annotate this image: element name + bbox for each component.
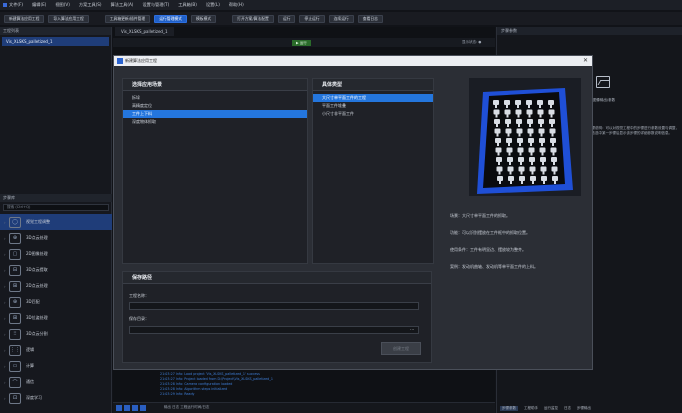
step-params-header: 步骤参数 xyxy=(497,27,682,35)
save-dir-label: 保存目录： xyxy=(129,316,149,321)
category-icon: ⊞ xyxy=(9,312,21,324)
type-option-selected[interactable]: 大尺寸单平面工件的工程 xyxy=(313,94,433,102)
step-category-item[interactable]: › ⋮⋮ 逻辑 xyxy=(0,342,112,358)
project-panel-header: 工程列表 xyxy=(0,27,111,35)
menu-file[interactable]: 文件(F) xyxy=(3,2,23,8)
menu-algorithm-tools[interactable]: 算法工具(A) xyxy=(111,2,134,8)
document-tab[interactable]: Vis_XLSKS_palletized_1 xyxy=(115,27,174,36)
app-icon xyxy=(117,58,123,64)
log-output: 21:03:27 Info: Load project 'Vis_XLSKS_p… xyxy=(160,372,420,397)
scene-preview-image xyxy=(469,78,581,196)
new-project-button[interactable]: 新建算法应用工程 xyxy=(4,14,45,23)
step-category-item[interactable]: › ⊕ 3D点云处理 xyxy=(0,230,112,246)
menu-bar: 文件(F) 编辑(E) 视图(V) 方案工具(S) 算法工具(A) 设置与管理(… xyxy=(0,0,682,10)
stop-button[interactable]: 停止运行 xyxy=(299,14,325,23)
tab-step-params[interactable]: 步骤参数 xyxy=(500,406,518,411)
scene-option[interactable]: 高精度定位 xyxy=(123,102,307,110)
continuous-run-button[interactable]: 连续运行 xyxy=(328,14,354,23)
scene-option[interactable]: 拆垛 xyxy=(123,94,307,102)
step-category-item[interactable]: › ▢ 2D图像处理 xyxy=(0,246,112,262)
menu-view[interactable]: 视图(V) xyxy=(55,2,70,8)
menu-edit[interactable]: 编辑(E) xyxy=(32,2,46,8)
import-project-button[interactable]: 导入算法应用工程 xyxy=(48,14,89,23)
step-library-list: › ◯ 视觉工程调整 › ⊕ 3D点云处理 › ▢ 2D图像处理 › ⊟ 3D点云提取 › ⊞ 2D… xyxy=(0,214,112,406)
type-title: 具体类型 xyxy=(313,79,433,91)
workspace-run-button[interactable]: ▶ 运行 xyxy=(292,40,311,46)
project-name-label: 工程名称： xyxy=(129,293,149,298)
create-project-button[interactable]: 创建工程 xyxy=(381,342,421,355)
project-item[interactable]: Vis_XLSKS_palletized_1 xyxy=(2,37,109,46)
scene-option-selected[interactable]: 工件上下料 xyxy=(123,110,307,118)
tab-step-output[interactable]: 步骤输出 xyxy=(577,406,591,411)
category-icon: ⁝⁝ xyxy=(9,328,21,340)
template-mode-button[interactable]: 模板模式 xyxy=(190,14,217,23)
category-icon: ▭ xyxy=(9,360,21,372)
tab-project-assistant[interactable]: 工程助手 xyxy=(524,406,538,411)
type-select-box: 具体类型 大尺寸单平面工件的工程 平面工件堆叠 小尺寸非平面工件 xyxy=(312,78,434,264)
step-category-item[interactable]: › ⊞ 3D位姿处理 xyxy=(0,310,112,326)
menu-toolbox[interactable]: 工具箱(B) xyxy=(178,2,197,8)
tab-run-monitor[interactable]: 运行监控 xyxy=(544,406,558,411)
preview-desc-scene: 场景：大尺寸单平面工件的抓取。 xyxy=(450,213,510,218)
category-icon: ⊕ xyxy=(9,232,21,244)
step-category-item[interactable]: › ⊕ 3D匹配 xyxy=(0,294,112,310)
category-icon: ⊞ xyxy=(9,280,21,292)
run-manage-mode-button[interactable]: 运行管理模式 xyxy=(154,14,187,23)
step-category-item[interactable]: › ⌒ 通信 xyxy=(0,374,112,390)
menu-help[interactable]: 帮助(H) xyxy=(229,2,244,8)
project-name-input[interactable] xyxy=(129,302,419,310)
bottom-tool-icon[interactable] xyxy=(116,405,122,411)
bottom-tool-icon[interactable] xyxy=(140,405,146,411)
toolbar: 新建算法应用工程 导入算法应用工程 工具箱更新/插件管理 运行管理模式 模板模式… xyxy=(0,12,682,25)
toolbox-update-button[interactable]: 工具箱更新/插件管理 xyxy=(104,14,151,23)
image-output-label: 图像输出/参数 xyxy=(593,98,616,102)
step-category-item[interactable]: › ▭ 计算 xyxy=(0,358,112,374)
type-option[interactable]: 平面工件堆叠 xyxy=(313,102,433,110)
step-category-item[interactable]: › ⁝⁝ 3D点云分割 xyxy=(0,326,112,342)
step-library-header: 步骤库 xyxy=(0,194,112,202)
step-description: 步骤说明：可以对视觉工程中的步骤进行参数设置与调整，点击选中某一步骤后显示该步骤… xyxy=(588,126,679,135)
bottom-tool-icon[interactable] xyxy=(132,405,138,411)
tab-log[interactable]: 日志 xyxy=(564,406,571,411)
step-search-input[interactable]: 搜索 (Ctrl+Q) xyxy=(3,204,109,211)
category-icon: ⋮⋮ xyxy=(9,344,21,356)
view-log-button[interactable]: 查看日志 xyxy=(357,14,383,23)
save-path-title: 保存路径 xyxy=(123,272,431,284)
bottom-tool-icon[interactable] xyxy=(124,405,130,411)
log-line: 21:03:29 Info: Ready xyxy=(160,392,195,396)
step-category-item[interactable]: › ⊡ 深度学习 xyxy=(0,390,112,406)
open-config-button[interactable]: 打开方案/算法配置 xyxy=(232,14,274,23)
menu-settings[interactable]: 设置(L) xyxy=(206,2,220,8)
step-category-item[interactable]: › ⊟ 3D点云提取 xyxy=(0,262,112,278)
app-logo-icon xyxy=(3,3,7,7)
run-button[interactable]: 运行 xyxy=(277,14,296,23)
step-category-item[interactable]: › ◯ 视觉工程调整 xyxy=(0,214,112,230)
menu-project-tools[interactable]: 方案工具(S) xyxy=(79,2,102,8)
category-icon: ⊕ xyxy=(9,296,21,308)
browse-button[interactable]: ··· xyxy=(410,327,414,333)
preview-desc-case: 案例：发动机曲轴、发动机等单平面工件的上料。 xyxy=(450,264,538,269)
preview-desc-condition: 使用条件：工件有明显边、摆放较为整齐。 xyxy=(450,247,526,252)
save-dir-input[interactable]: ··· xyxy=(129,326,419,334)
scene-title: 选择应用场景 xyxy=(123,79,307,91)
bottom-bar-tabs[interactable]: 输出 日志 工程运行时间/日志 xyxy=(164,405,209,410)
scene-select-box: 选择应用场景 拆垛 高精度定位 工件上下料 深度物体抓取 xyxy=(122,78,308,264)
category-icon: ▢ xyxy=(9,248,21,260)
display-status: 显示状态: ● xyxy=(462,40,482,44)
dialog-title: 新建算法应用工程 ✕ xyxy=(114,56,592,66)
scene-option[interactable]: 深度物体抓取 xyxy=(123,118,307,126)
step-category-item[interactable]: › ⊞ 2D点云处理 xyxy=(0,278,112,294)
menu-settings-management[interactable]: 设置与管理(T) xyxy=(142,2,169,8)
category-icon: ⌒ xyxy=(9,376,21,388)
category-icon: ◯ xyxy=(9,216,21,228)
new-project-dialog: 新建算法应用工程 ✕ 选择应用场景 拆垛 高精度定位 工件上下料 深度物体抓取 … xyxy=(113,55,593,370)
category-icon: ⊡ xyxy=(9,392,21,404)
image-icon xyxy=(596,76,610,88)
close-icon[interactable]: ✕ xyxy=(583,56,588,66)
right-bottom-tabs: 步骤参数 工程助手 运行监控 日志 步骤输出 xyxy=(496,404,682,413)
type-option[interactable]: 小尺寸非平面工件 xyxy=(313,110,433,118)
category-icon: ⊟ xyxy=(9,264,21,276)
preview-desc-function: 功能：可以识别摆放在工件框中的抓取位置。 xyxy=(450,230,530,235)
